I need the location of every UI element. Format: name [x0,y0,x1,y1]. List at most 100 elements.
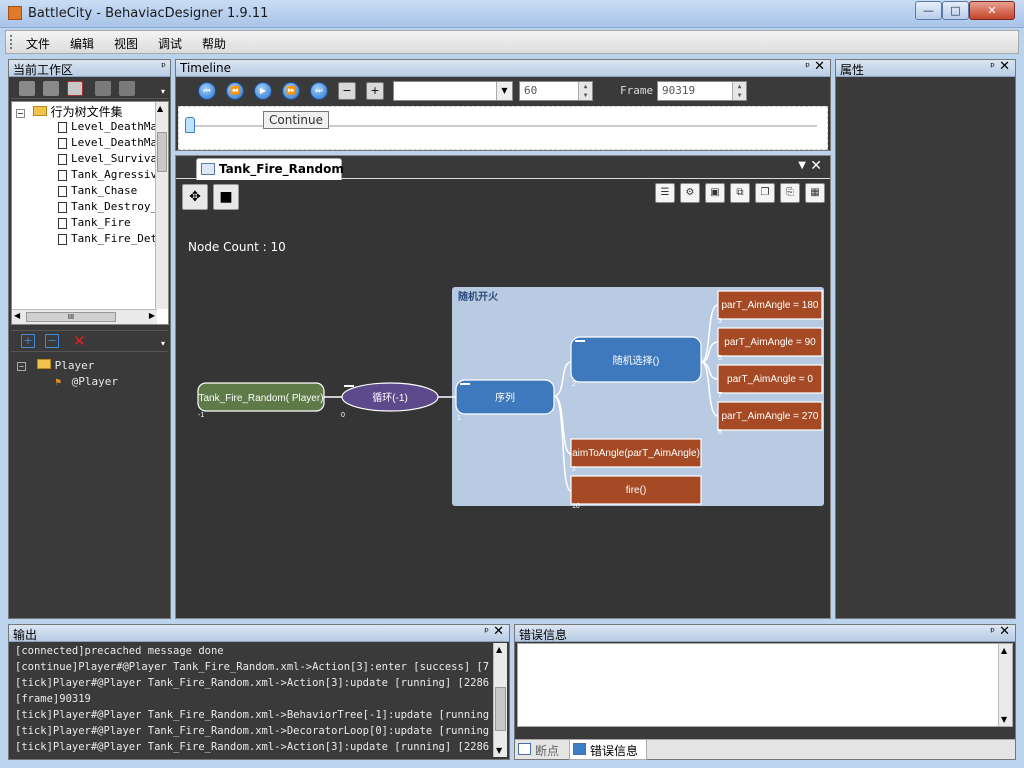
delete-icon[interactable]: ✕ [73,332,86,350]
tab-errors[interactable]: 错误信息 [569,740,647,760]
scroll-down-icon[interactable]: ▼ [1001,715,1007,724]
add-icon[interactable]: + [21,334,35,348]
step-forward-icon[interactable]: ⏩ [282,82,300,100]
action-node-id: 3 [718,318,722,325]
file-label: Tank_Chase [71,184,138,197]
minimize-button[interactable]: — [915,1,942,20]
workspace-header: 当前工作区 ᵖ [9,60,170,77]
horizontal-scrollbar[interactable]: ◀ III ▶ [12,309,157,324]
timeline-title: Timeline [180,61,232,75]
file-label: Tank_Fire_Dete [71,232,164,245]
spinner-arrows-icon[interactable]: ▲ ▼ [732,82,746,100]
pin-icon[interactable]: ᵖ [805,60,810,73]
spinner-arrows-icon[interactable]: ▲ ▼ [578,82,592,100]
root-node-id: -1 [198,412,204,419]
menu-help[interactable]: 帮助 [202,35,226,52]
tab-breakpoints[interactable]: 断点 [515,740,569,760]
scroll-thumb[interactable] [157,132,167,172]
menubar-grip [10,35,13,49]
error-list: ▲ ▼ [517,643,1013,727]
log-line: [tick]Player#@Player Tank_Fire_Random.xm… [15,741,489,753]
vertical-scrollbar[interactable]: ▲ [155,102,168,309]
scroll-up-icon[interactable]: ▲ [1001,646,1007,655]
action-node-id: 6 [718,429,722,436]
scroll-right-icon[interactable]: ▶ [149,311,155,320]
close-icon[interactable]: ✕ [814,59,825,74]
scroll-thumb[interactable] [495,687,506,731]
collapse-icon[interactable]: − [16,109,25,118]
folder-open-icon[interactable] [19,81,35,96]
action-node-label: parT_AimAngle = 0 [727,374,813,385]
zoom-out-icon[interactable]: − [338,82,356,100]
scroll-up-icon[interactable]: ▲ [496,645,502,654]
first-frame-icon[interactable]: ⏮ [198,82,216,100]
timeline-track[interactable]: Continue [178,106,828,150]
collapse-icon[interactable]: − [17,362,26,371]
step-back-icon[interactable]: ⏪ [226,82,244,100]
tree-file-item[interactable]: Tank_Fire_Dete [58,232,168,248]
log-line: [frame]90319 [15,693,91,705]
maximize-button[interactable]: □ [942,1,969,20]
scroll-thumb-h[interactable]: III [26,312,116,322]
file-icon [58,153,67,165]
chevron-down-icon[interactable]: ▼ [496,82,512,100]
toolbar-overflow-icon[interactable]: ▾ [161,87,165,96]
close-icon[interactable]: ✕ [999,624,1010,639]
scroll-down-icon[interactable]: ▼ [496,746,502,755]
log-line: [tick]Player#@Player Tank_Fire_Random.xm… [15,725,489,737]
scroll-left-icon[interactable]: ◀ [14,311,20,320]
pin-icon[interactable]: ᵖ [990,60,995,73]
export-icon[interactable] [119,81,135,96]
window-title: BattleCity - BehaviacDesigner 1.9.11 [28,6,269,21]
close-icon[interactable]: ✕ [493,624,504,639]
remove-icon[interactable]: − [45,334,59,348]
toolbar-overflow-icon[interactable]: ▾ [161,339,165,348]
last-frame-icon[interactable]: ⏭ [310,82,328,100]
sequence-node-label: 序列 [495,391,515,404]
menu-file[interactable]: 文件 [26,35,50,52]
speed-spinner[interactable]: 60 ▲ ▼ [519,81,593,101]
refresh-icon[interactable] [95,81,111,96]
tree-file-item[interactable]: Tank_Destroy_E [58,200,168,216]
tree-file-item[interactable]: Tank_Agressiv [58,168,168,184]
loop-node-label: 循环(-1) [372,391,408,404]
menu-debug[interactable]: 调试 [158,35,182,52]
pin-icon[interactable]: ᵖ [990,625,995,638]
agent-instance[interactable]: ⚑ @Player [55,375,118,388]
zoom-in-icon[interactable]: + [366,82,384,100]
file-icon [58,201,67,213]
menu-view[interactable]: 视图 [114,35,138,52]
save-all-icon[interactable] [43,81,59,96]
continue-tooltip: Continue [263,111,329,129]
selector-node-label: 随机选择() [613,354,660,367]
delete-file-icon[interactable] [67,81,83,96]
error-header: 错误信息 ᵖ ✕ [515,624,1015,642]
close-window-button[interactable]: ✕ [969,1,1015,20]
scroll-up-icon[interactable]: ▲ [157,104,163,113]
timeline-combo[interactable]: ▼ [393,81,513,101]
frame-spinner[interactable]: 90319 ▲ ▼ [657,81,747,101]
fire-node-id: 10 [572,503,580,510]
action-node-label: parT_AimAngle = 90 [724,337,816,348]
behavior-tree-editor: Tank_Fire_Random ▼ ✕ ✥ ■ ☰ ⚙ ▣ ⧉ ❐ ⎘ ▦ N… [175,155,831,619]
pin-icon[interactable]: ᵖ [484,625,489,638]
tree-file-item[interactable]: Level_DeathMa [58,120,168,136]
agent-root-label: Player [54,359,95,372]
window-titlebar: BattleCity - BehaviacDesigner 1.9.11 — □… [0,0,1024,28]
agent-root[interactable]: − Player [17,359,94,372]
tree-root-folder[interactable]: − 行为树文件集 [16,103,166,119]
log-line: [continue]Player#@Player Tank_Fire_Rando… [15,661,489,673]
pin-icon[interactable]: ᵖ [161,60,166,73]
error-scrollbar[interactable]: ▲ ▼ [998,644,1012,726]
tree-file-item[interactable]: Level_DeathMa [58,136,168,152]
tree-file-item[interactable]: Tank_Chase [58,184,168,200]
close-icon[interactable]: ✕ [999,59,1010,74]
tree-file-item[interactable]: Level_Surviva [58,152,168,168]
play-icon[interactable]: ▶ [254,82,272,100]
timeline-thumb[interactable] [185,117,195,133]
tree-file-item[interactable]: Tank_Fire [58,216,168,232]
output-scrollbar[interactable]: ▲ ▼ [493,643,507,757]
file-icon [58,185,67,197]
menu-edit[interactable]: 编辑 [70,35,94,52]
action-node-id: 5 [718,355,722,362]
